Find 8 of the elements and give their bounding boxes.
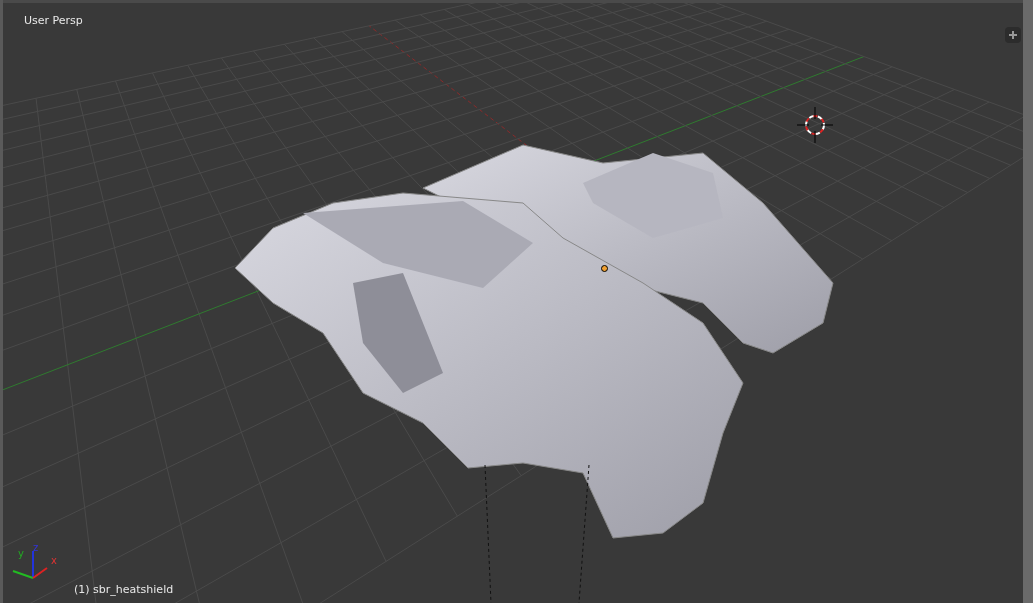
crosshair-icon: [795, 105, 835, 145]
active-object-label: (1) sbr_heatshield: [74, 582, 174, 598]
axis-label: x: [51, 556, 57, 566]
axis-label: z: [33, 543, 39, 553]
view-name-label: User Persp: [24, 13, 83, 29]
add-region-button[interactable]: [1005, 27, 1021, 43]
axis-label: y: [18, 549, 24, 559]
plus-icon: [1009, 31, 1017, 39]
